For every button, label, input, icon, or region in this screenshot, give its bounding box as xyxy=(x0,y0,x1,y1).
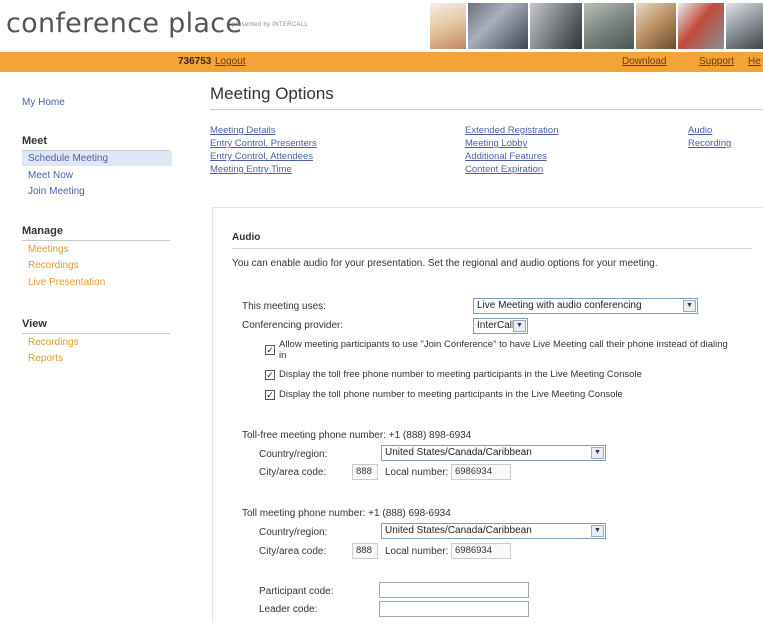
header-photo-strip xyxy=(430,3,763,49)
download-link[interactable]: Download xyxy=(622,56,666,67)
option-links-col2: Extended Registration Meeting Lobby Addi… xyxy=(465,124,558,176)
sidebar-item-view-recordings[interactable]: Recordings xyxy=(28,337,79,348)
toll-display-checkbox[interactable]: ✓ xyxy=(265,390,275,400)
chevron-down-icon: ▼ xyxy=(513,320,526,332)
header-photo xyxy=(430,3,466,49)
app-logo: conference place xyxy=(6,8,243,39)
toll-country-label: Country/region: xyxy=(259,527,328,538)
tab-extended-registration[interactable]: Extended Registration xyxy=(465,124,558,137)
header-photo xyxy=(726,3,763,49)
leader-code-input[interactable] xyxy=(379,601,529,617)
logout-link[interactable]: Logout xyxy=(215,56,246,67)
toll-local-label: Local number: xyxy=(385,546,449,557)
meeting-id: 736753 xyxy=(178,56,212,67)
toll-free-area-label: City/area code: xyxy=(259,467,327,478)
tab-entry-control-presenters[interactable]: Entry Control, Presenters xyxy=(210,137,317,150)
toll-free-display-label: Display the toll free phone number to me… xyxy=(279,369,642,380)
toll-free-country-value: United States/Canada/Caribbean xyxy=(385,447,532,458)
sidebar-section-view: View xyxy=(22,318,172,334)
main-content: Meeting Options Meeting Details Entry Co… xyxy=(196,72,763,623)
toll-free-heading: Toll-free meeting phone number: +1 (888)… xyxy=(242,430,472,441)
toll-heading: Toll meeting phone number: +1 (888) 698-… xyxy=(242,508,451,519)
tab-entry-control-attendees[interactable]: Entry Control, Attendees xyxy=(210,150,317,163)
sidebar-item-join-meeting[interactable]: Join Meeting xyxy=(28,186,85,197)
sidebar: My Home Meet Schedule Meeting Meet Now J… xyxy=(0,72,180,623)
page-title: Meeting Options xyxy=(210,84,334,103)
tab-audio[interactable]: Audio xyxy=(688,124,731,137)
sidebar-item-schedule-meeting[interactable]: Schedule Meeting xyxy=(22,151,172,166)
toll-free-local-label: Local number: xyxy=(385,467,449,478)
toll-area-code: 888 xyxy=(352,543,378,559)
meeting-uses-label: This meeting uses: xyxy=(242,301,326,312)
audio-intro-text: You can enable audio for your presentati… xyxy=(232,258,658,269)
header: conference place presented by INTERCALL xyxy=(0,0,763,52)
header-photo xyxy=(636,3,676,49)
option-links-col1: Meeting Details Entry Control, Presenter… xyxy=(210,124,317,176)
toll-local-number: 6986934 xyxy=(451,543,511,559)
top-nav-bar: 736753 Logout Download Support He xyxy=(0,52,763,72)
toll-country-value: United States/Canada/Caribbean xyxy=(385,525,532,536)
sidebar-item-my-home[interactable]: My Home xyxy=(22,97,65,108)
meeting-uses-value: Live Meeting with audio conferencing xyxy=(477,300,642,311)
toll-free-country-select[interactable]: United States/Canada/Caribbean ▼ xyxy=(381,445,606,461)
participant-code-input[interactable] xyxy=(379,582,529,598)
section-divider xyxy=(232,248,752,249)
header-photo xyxy=(468,3,528,49)
tab-meeting-lobby[interactable]: Meeting Lobby xyxy=(465,137,558,150)
toll-free-local-number: 6986934 xyxy=(451,464,511,480)
tab-recording[interactable]: Recording xyxy=(688,137,731,150)
toll-free-display-checkbox[interactable]: ✓ xyxy=(265,370,275,380)
toll-display-label: Display the toll phone number to meeting… xyxy=(279,389,623,400)
toll-area-label: City/area code: xyxy=(259,546,327,557)
provider-value: InterCall xyxy=(477,320,515,331)
chevron-down-icon: ▼ xyxy=(591,447,604,459)
toll-free-area-code: 888 xyxy=(352,464,378,480)
tab-meeting-details[interactable]: Meeting Details xyxy=(210,124,317,137)
sidebar-item-meetings[interactable]: Meetings xyxy=(28,244,69,255)
tab-meeting-entry-time[interactable]: Meeting Entry Time xyxy=(210,163,317,176)
sidebar-section-meet: Meet xyxy=(22,135,172,151)
title-divider xyxy=(210,109,763,110)
chevron-down-icon: ▼ xyxy=(591,525,604,537)
leader-code-label: Leader code: xyxy=(259,604,318,615)
help-link[interactable]: He xyxy=(748,56,761,67)
provider-label: Conferencing provider: xyxy=(242,320,344,331)
audio-panel: Audio You can enable audio for your pres… xyxy=(212,207,763,623)
tab-additional-features[interactable]: Additional Features xyxy=(465,150,558,163)
provider-select[interactable]: InterCall ▼ xyxy=(473,318,528,334)
sidebar-item-recordings[interactable]: Recordings xyxy=(28,260,79,271)
tab-content-expiration[interactable]: Content Expiration xyxy=(465,163,558,176)
join-conference-checkbox[interactable]: ✓ xyxy=(265,345,275,355)
chevron-down-icon: ▼ xyxy=(683,300,696,312)
audio-section-title: Audio xyxy=(232,232,261,243)
sidebar-item-meet-now[interactable]: Meet Now xyxy=(28,170,73,181)
header-photo xyxy=(530,3,582,49)
presented-by-text: presented by INTERCALL xyxy=(232,22,308,28)
toll-free-country-label: Country/region: xyxy=(259,449,328,460)
header-photo xyxy=(584,3,634,49)
support-link[interactable]: Support xyxy=(699,56,734,67)
meeting-uses-select[interactable]: Live Meeting with audio conferencing ▼ xyxy=(473,298,698,314)
participant-code-label: Participant code: xyxy=(259,586,334,597)
join-conference-label: Allow meeting participants to use "Join … xyxy=(279,339,728,361)
sidebar-item-reports[interactable]: Reports xyxy=(28,353,63,364)
option-links-col3: Audio Recording xyxy=(688,124,731,150)
sidebar-section-manage: Manage xyxy=(22,225,172,241)
toll-country-select[interactable]: United States/Canada/Caribbean ▼ xyxy=(381,523,606,539)
header-photo xyxy=(678,3,724,49)
sidebar-item-live-presentation[interactable]: Live Presentation xyxy=(28,277,105,288)
